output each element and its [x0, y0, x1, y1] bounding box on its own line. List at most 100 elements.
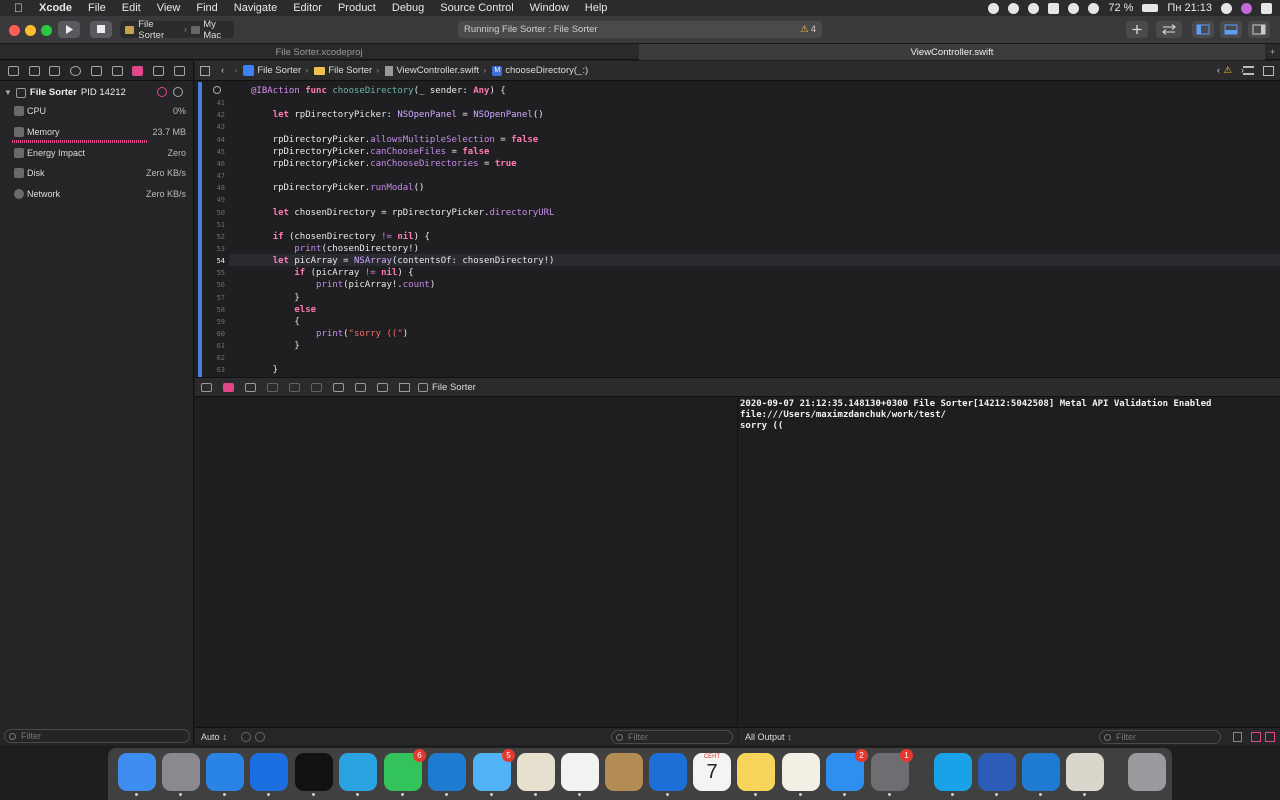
source-control-navigator-icon[interactable]	[28, 65, 40, 76]
project-navigator-icon[interactable]	[7, 65, 19, 76]
menubar-clock[interactable]: Пн 21:13	[1167, 2, 1212, 14]
line-number[interactable]: 60	[203, 330, 225, 338]
menu-help[interactable]: Help	[577, 2, 616, 14]
console-output[interactable]: 2020-09-07 21:12:35.148130+0300 File Sor…	[739, 398, 1280, 745]
breadcrumb-file[interactable]: ViewController.swift	[385, 65, 479, 76]
toggle-debug-area-button[interactable]	[1220, 21, 1242, 38]
code-review-button[interactable]	[1156, 21, 1182, 38]
line-number[interactable]: 49	[203, 196, 225, 204]
hide-debug-area-icon[interactable]	[201, 382, 212, 392]
variables-filter-input[interactable]: Filter	[611, 730, 733, 744]
memory-graph-icon[interactable]	[355, 382, 366, 392]
line-number[interactable]: 41	[203, 99, 225, 107]
new-tab-button[interactable]: +	[1265, 44, 1280, 60]
line-number[interactable]: 54	[203, 257, 225, 265]
issue-warning-icon[interactable]: ⚠	[1223, 65, 1232, 76]
step-into-icon[interactable]	[289, 382, 300, 392]
menu-source-control[interactable]: Source Control	[432, 2, 521, 14]
vscode-icon[interactable]	[428, 753, 466, 796]
output-select[interactable]: All Output	[745, 732, 785, 742]
check-icon[interactable]	[1028, 2, 1040, 14]
finder-icon[interactable]	[118, 753, 156, 796]
menu-debug[interactable]: Debug	[384, 2, 432, 14]
library-button[interactable]	[1126, 21, 1148, 38]
show-console-icon[interactable]	[1265, 732, 1275, 742]
line-number[interactable]: 62	[203, 354, 225, 362]
stop-button[interactable]	[90, 21, 112, 38]
battery-icon[interactable]	[1142, 4, 1159, 12]
tab-xcodeproj[interactable]: File Sorter.xcodeproj	[0, 44, 638, 60]
code-line[interactable]: let rpDirectoryPicker: NSOpenPanel = NSO…	[251, 110, 544, 120]
location-icon[interactable]	[988, 2, 1000, 14]
line-number[interactable]: 46	[203, 160, 225, 168]
telegram-icon[interactable]	[339, 753, 377, 796]
toggle-inspector-button[interactable]	[1248, 21, 1270, 38]
menu-view[interactable]: View	[149, 2, 189, 14]
close-window-button[interactable]	[9, 25, 20, 36]
skype-icon[interactable]	[934, 753, 972, 796]
related-items-icon[interactable]	[200, 65, 210, 76]
line-number[interactable]: 58	[203, 306, 225, 314]
step-over-icon[interactable]	[267, 382, 278, 392]
preview-icon[interactable]	[1066, 753, 1104, 796]
line-number[interactable]: 43	[203, 123, 225, 131]
menu-file[interactable]: File	[80, 2, 114, 14]
textedit-icon[interactable]	[782, 753, 820, 796]
quick-look-icon[interactable]	[241, 732, 251, 742]
trash-icon[interactable]	[1128, 753, 1166, 791]
menu-window[interactable]: Window	[522, 2, 577, 14]
navigator-filter-input[interactable]: Filter	[4, 729, 190, 743]
menu-find[interactable]: Find	[188, 2, 225, 14]
energy-gauge[interactable]: Energy Impact Zero	[14, 148, 186, 164]
code-line[interactable]: print(chosenDirectory!)	[251, 244, 419, 254]
scheme-selector[interactable]: File Sorter › My Mac	[120, 19, 234, 41]
menu-editor[interactable]: Editor	[285, 2, 330, 14]
safari-icon[interactable]	[206, 753, 244, 796]
code-line[interactable]: if (picArray != nil) {	[251, 268, 413, 278]
code-line[interactable]: print("sorry ((")	[251, 329, 408, 339]
line-number[interactable]: 50	[203, 209, 225, 217]
process-row[interactable]: ▼ File Sorter PID 14212	[4, 87, 126, 98]
notes-icon[interactable]	[737, 753, 775, 796]
back-arrow-icon[interactable]: ‹	[221, 65, 224, 76]
simulate-location-icon[interactable]	[399, 382, 410, 392]
code-line[interactable]: print(picArray!.count)	[251, 280, 435, 290]
issue-navigator-icon[interactable]	[90, 65, 102, 76]
bluetooth-icon[interactable]	[1068, 2, 1080, 14]
view-hierarchy-icon[interactable]	[333, 382, 344, 392]
code-line[interactable]: }	[251, 365, 278, 375]
line-number[interactable]: 44	[203, 136, 225, 144]
code-line[interactable]: rpDirectoryPicker.canChooseDirectories =…	[251, 159, 517, 169]
line-number[interactable]: 59	[203, 318, 225, 326]
line-number[interactable]: 56	[203, 281, 225, 289]
messages-icon[interactable]: 5	[473, 749, 515, 796]
terminal-icon[interactable]	[295, 753, 333, 796]
line-number[interactable]: 52	[203, 233, 225, 241]
menu-edit[interactable]: Edit	[114, 2, 149, 14]
apple-menu-icon[interactable]: 	[0, 1, 31, 15]
photos-icon[interactable]	[561, 753, 599, 796]
teamviewer-icon[interactable]	[649, 753, 687, 796]
environment-overrides-icon[interactable]	[377, 382, 388, 392]
debug-navigator-icon[interactable]	[132, 65, 144, 76]
report-navigator-icon[interactable]	[174, 65, 185, 76]
disclosure-triangle-icon[interactable]: ▼	[4, 88, 12, 97]
siri-icon[interactable]	[1241, 2, 1252, 14]
battery-percent[interactable]: 72 %	[1108, 2, 1133, 14]
menu-navigate[interactable]: Navigate	[226, 2, 285, 14]
code-line[interactable]: let chosenDirectory = rpDirectoryPicker.…	[251, 208, 555, 218]
code-line[interactable]: rpDirectoryPicker.allowsMultipleSelectio…	[251, 135, 539, 145]
prev-issue-icon[interactable]: ‹	[1217, 65, 1220, 76]
line-number[interactable]: 55	[203, 269, 225, 277]
appstore-icon[interactable]: 2	[826, 749, 868, 796]
zoom-window-button[interactable]	[41, 25, 52, 36]
editor-options-icon[interactable]	[1243, 66, 1254, 75]
show-variables-icon[interactable]	[1251, 732, 1261, 742]
calendar-icon[interactable]: СЕНТ 7	[693, 753, 731, 791]
minimize-window-button[interactable]	[25, 25, 36, 36]
input-source-icon[interactable]	[1048, 2, 1060, 14]
system-preferences-icon[interactable]: 1	[871, 749, 913, 796]
breadcrumb-method[interactable]: MchooseDirectory(_:)	[492, 65, 588, 76]
code-line[interactable]: rpDirectoryPicker.canChooseFiles = false	[251, 147, 490, 157]
code-line[interactable]: }	[251, 341, 299, 351]
